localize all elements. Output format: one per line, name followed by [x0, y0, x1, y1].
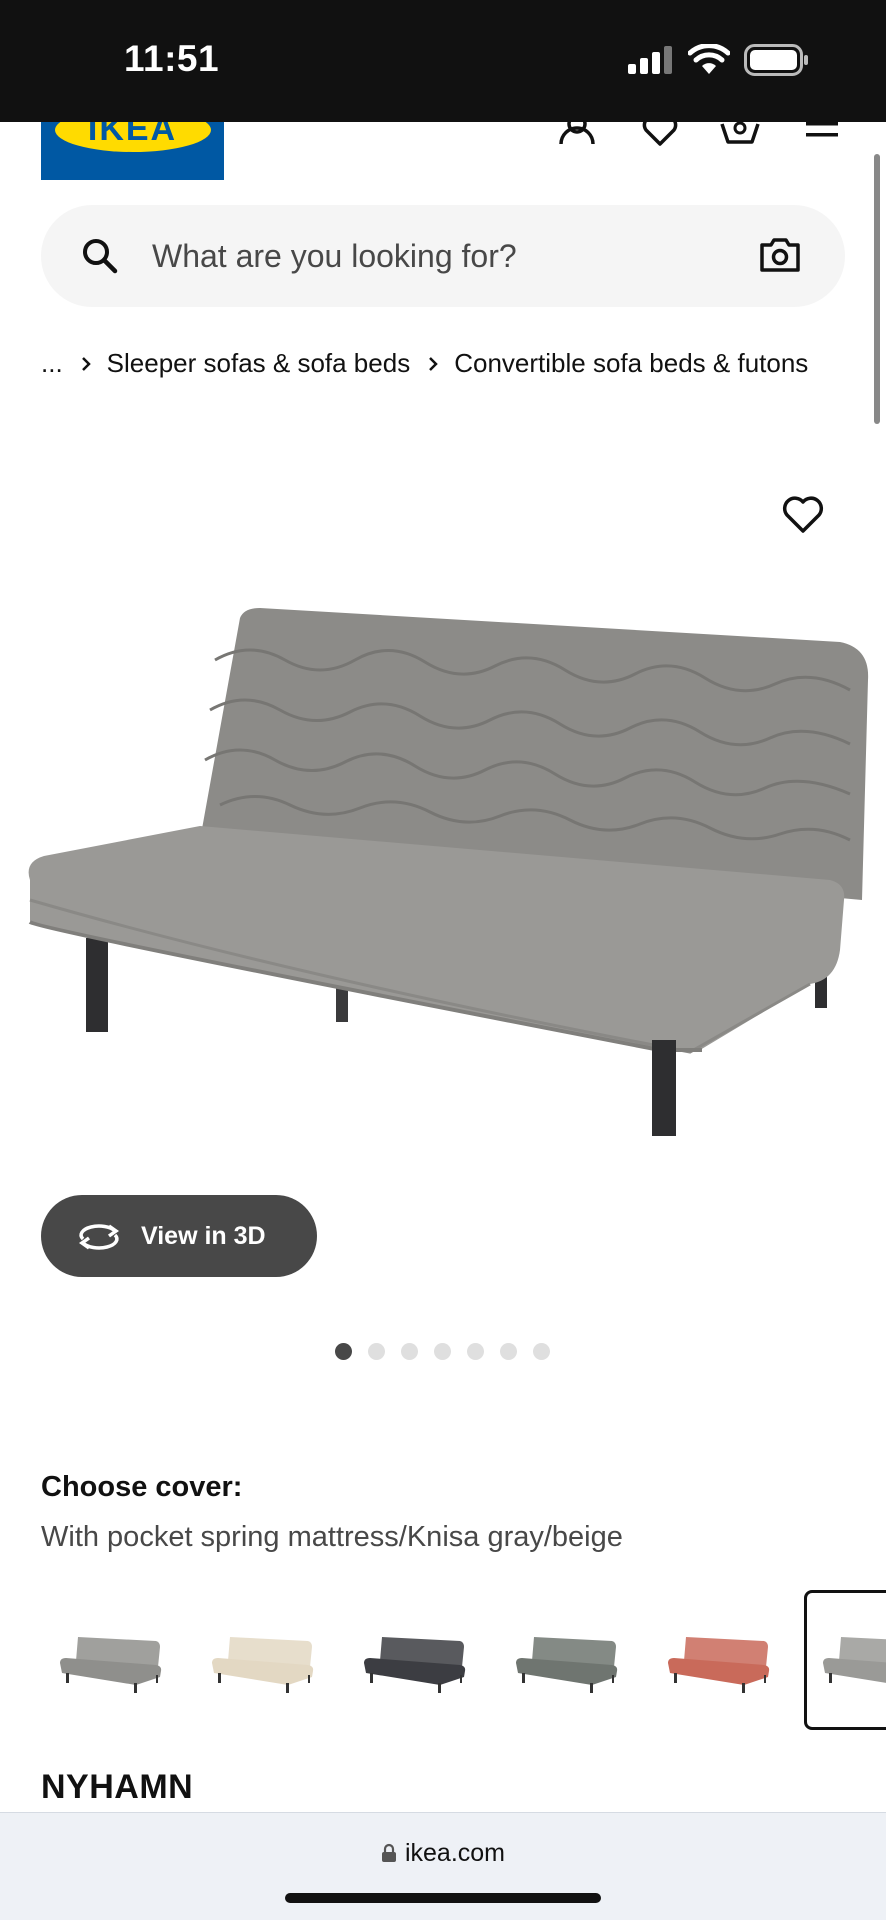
sofa-thumbnail-icon: [60, 1637, 162, 1693]
add-to-favorites-icon[interactable]: [781, 495, 825, 535]
cover-swatch-gray-selected[interactable]: [804, 1590, 886, 1730]
cover-swatch-list: [41, 1590, 886, 1730]
search-bar[interactable]: What are you looking for?: [41, 205, 845, 307]
sofa-thumbnail-icon: [823, 1637, 886, 1683]
search-input[interactable]: What are you looking for?: [152, 238, 517, 275]
wifi-icon: [688, 44, 730, 74]
status-time: 11:51: [124, 38, 220, 79]
menu-icon[interactable]: [802, 122, 846, 146]
selected-cover-value: With pocket spring mattress/Knisa gray/b…: [41, 1521, 623, 1553]
carousel-dot[interactable]: [500, 1343, 517, 1360]
chevron-right-icon: [81, 356, 91, 371]
profile-icon[interactable]: [555, 122, 599, 146]
carousel-dot[interactable]: [368, 1343, 385, 1360]
browser-address-bar[interactable]: ikea.com: [0, 1812, 886, 1920]
carousel-dot[interactable]: [467, 1343, 484, 1360]
breadcrumb-item-sleeper-sofas[interactable]: Sleeper sofas & sofa beds: [107, 348, 411, 379]
cover-swatch-green-gray[interactable]: [497, 1590, 637, 1730]
url-display[interactable]: ikea.com: [0, 1839, 886, 1868]
search-icon[interactable]: [81, 237, 119, 275]
breadcrumb-ellipsis[interactable]: ...: [41, 348, 63, 379]
cover-swatch-beige[interactable]: [193, 1590, 333, 1730]
ikea-logo[interactable]: IKEA: [41, 122, 224, 180]
cart-icon[interactable]: [718, 122, 762, 146]
site-header: IKEA: [0, 122, 886, 202]
carousel-dot[interactable]: [533, 1343, 550, 1360]
cover-swatch-red[interactable]: [649, 1590, 789, 1730]
lock-icon: [381, 1843, 396, 1862]
view-in-3d-label: View in 3D: [141, 1221, 266, 1250]
cover-swatch-gray-quilted[interactable]: [41, 1590, 181, 1730]
status-bar: 11:51: [0, 0, 886, 122]
sofa-thumbnail-icon: [212, 1637, 314, 1693]
sofa-thumbnail-icon: [668, 1637, 770, 1693]
carousel-dot[interactable]: [335, 1343, 352, 1360]
breadcrumb-item-convertible[interactable]: Convertible sofa beds & futons: [454, 348, 808, 379]
sofa-thumbnail-icon: [364, 1637, 466, 1693]
choose-cover-title: Choose cover:: [41, 1471, 243, 1503]
signal-icon: [628, 46, 672, 74]
view-in-3d-button[interactable]: View in 3D: [41, 1195, 317, 1277]
camera-search-icon[interactable]: [759, 235, 801, 275]
carousel-dot[interactable]: [434, 1343, 451, 1360]
cover-swatch-dark-gray[interactable]: [345, 1590, 485, 1730]
carousel-dot[interactable]: [401, 1343, 418, 1360]
product-image[interactable]: [0, 600, 886, 1140]
product-name: NYHAMN: [41, 1768, 194, 1806]
battery-icon: [744, 44, 808, 76]
heart-icon[interactable]: [638, 122, 682, 146]
breadcrumb: ... Sleeper sofas & sofa beds Convertibl…: [41, 348, 808, 379]
page-scrollbar[interactable]: [874, 154, 880, 424]
home-indicator[interactable]: [285, 1893, 601, 1903]
logo-text: IKEA: [87, 122, 178, 148]
rotate-3d-icon: [78, 1224, 120, 1250]
sofa-thumbnail-icon: [516, 1637, 618, 1693]
chevron-right-icon: [429, 356, 438, 371]
url-text: ikea.com: [404, 1839, 506, 1867]
image-carousel-dots: [335, 1343, 566, 1360]
